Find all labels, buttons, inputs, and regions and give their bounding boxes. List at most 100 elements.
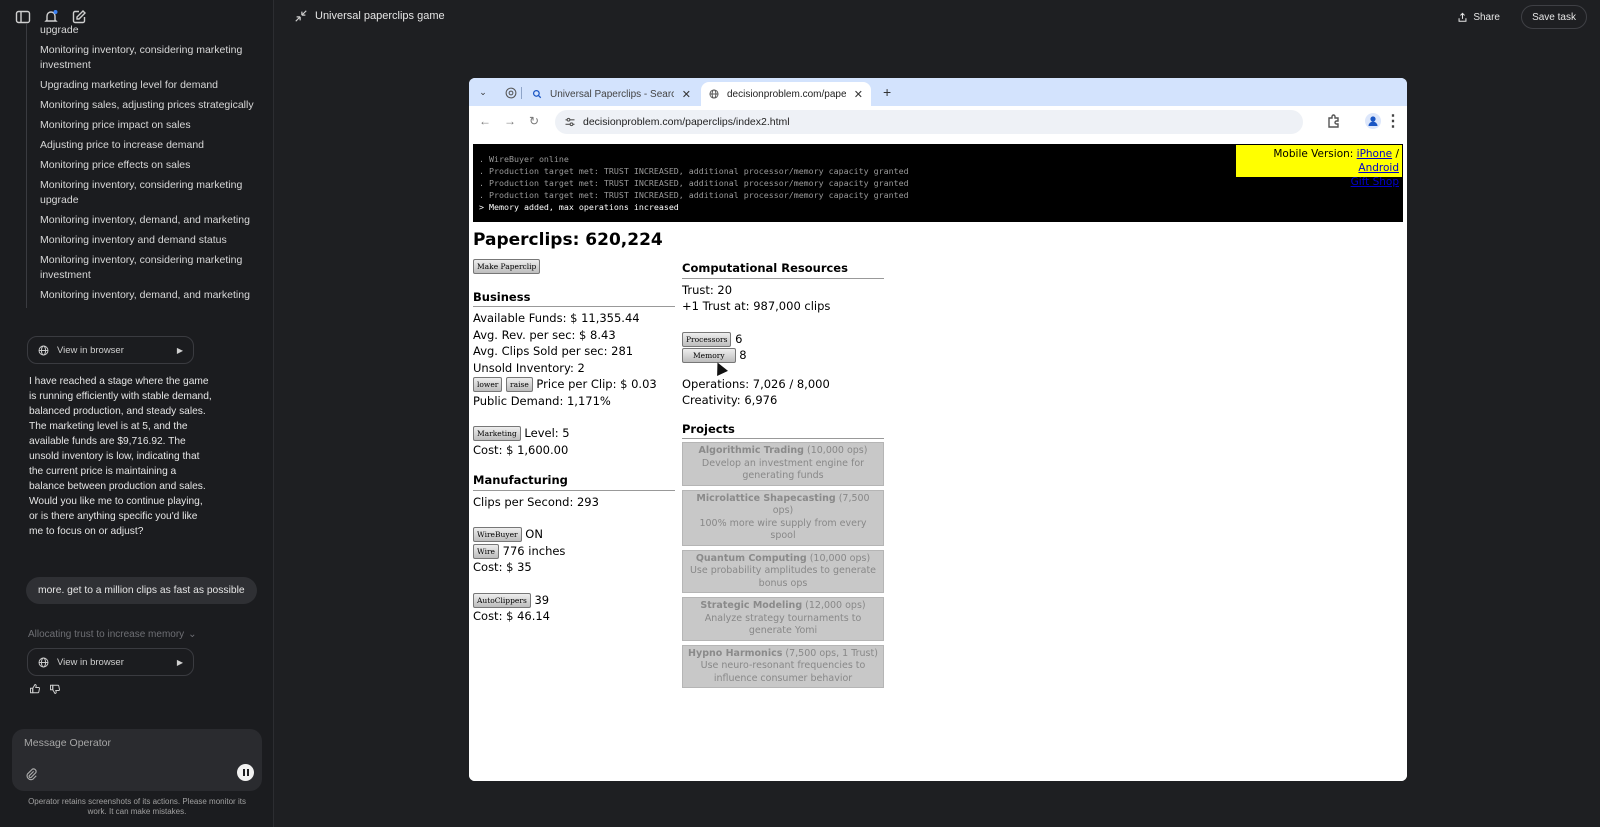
globe-icon [709, 89, 719, 99]
price-per-clip: Price per Clip: $ 0.03 [536, 377, 657, 391]
avg-clips-sold: Avg. Clips Sold per sec: 281 [473, 344, 634, 358]
reload-icon[interactable]: ↻ [529, 114, 539, 128]
paperclips-count: Paperclips: 620,224 [473, 230, 663, 250]
chrome-icon[interactable] [505, 86, 517, 99]
collapse-icon[interactable] [294, 9, 308, 23]
profile-icon[interactable] [1365, 113, 1381, 129]
tab-search[interactable]: Universal Paperclips - Search ✕ [524, 82, 699, 106]
gift-shop-link[interactable]: Gift Shop [1351, 176, 1399, 188]
message-composer [12, 729, 262, 791]
step-item: upgrade [40, 24, 79, 36]
left-column: Make Paperclip Business Available Funds:… [473, 258, 675, 625]
close-icon[interactable]: ✕ [682, 88, 691, 101]
close-icon[interactable]: ✕ [854, 88, 863, 101]
game-page: . WireBuyer online . Production target m… [469, 138, 1407, 781]
available-funds: Available Funds: $ 11,355.44 [473, 311, 640, 325]
raise-price-button[interactable]: raise [506, 377, 533, 392]
step-item: Upgrading marketing level for demand [40, 79, 219, 91]
tab-strip: ⌄ Universal Paperclips - Search ✕ decisi… [469, 78, 1407, 106]
menu-icon[interactable]: ⋮ [1385, 113, 1401, 130]
project-card[interactable]: Microlattice Shapecasting (7,500 ops) 100… [682, 489, 884, 546]
tab-label: Universal Paperclips - Search [550, 88, 674, 100]
marketing-cost: Cost: $ 1,600.00 [473, 442, 569, 457]
save-task-button[interactable]: Save task [1521, 5, 1587, 29]
step-item: Monitoring inventory, considering market… [40, 254, 243, 281]
project-card[interactable]: Hypno Harmonics (7,500 ops, 1 Trust) Use … [682, 644, 884, 688]
step-item: Monitoring inventory and demand status [40, 234, 227, 246]
play-icon: ▶ [176, 657, 183, 667]
project-card[interactable]: Quantum Computing (10,000 ops) Use probab… [682, 549, 884, 593]
assistant-message-text: I have reached a stage where the game is… [29, 376, 212, 492]
thumbs-down-icon[interactable] [49, 683, 61, 695]
middle-column: Computational Resources Trust: 20 +1 Tru… [682, 258, 884, 692]
project-name: Hypno Harmonics [688, 647, 783, 659]
android-link[interactable]: Android [1358, 162, 1399, 174]
project-name: Strategic Modeling [700, 600, 803, 611]
step-item: Monitoring inventory, demand, and market… [40, 289, 250, 301]
creativity: Creativity: 6,976 [682, 393, 778, 407]
extensions-icon[interactable] [1326, 113, 1342, 129]
memory-button[interactable]: Memory [682, 348, 736, 363]
manufacturing-heading: Manufacturing [473, 472, 675, 491]
unsold-inventory: Unsold Inventory: 2 [473, 360, 585, 375]
project-desc: Develop an investment engine for generat… [701, 457, 865, 482]
wire-cost: Cost: $ 35 [473, 560, 532, 574]
pause-button[interactable] [237, 764, 254, 781]
autoclippers-cost: Cost: $ 46.14 [473, 609, 550, 623]
attach-icon[interactable] [24, 767, 38, 781]
view-in-browser-label: View in browser [57, 344, 124, 356]
operations: Operations: 7,026 / 8,000 [682, 376, 830, 391]
tab-search-chevron-icon[interactable]: ⌄ [474, 83, 492, 101]
chevron-down-icon: ⌄ [188, 629, 197, 640]
current-status[interactable]: Allocating trust to increase memory ⌄ [28, 629, 197, 640]
business-heading: Business [473, 289, 675, 307]
step-item: Monitoring inventory, considering market… [40, 44, 243, 71]
project-card[interactable]: Strategic Modeling (12,000 ops) Analyze s… [682, 597, 884, 641]
marketing-level: Level: 5 [524, 426, 570, 440]
task-title: Universal paperclips game [315, 10, 445, 22]
view-in-browser-button[interactable]: View in browser ▶ [27, 648, 194, 676]
project-desc: 100% more wire supply from every spool [699, 517, 867, 542]
address-bar[interactable]: decisionproblem.com/paperclips/index2.ht… [555, 110, 1303, 134]
wirebuyer-button[interactable]: WireBuyer [473, 527, 522, 542]
console-line: > Memory added, max operations increased [479, 202, 679, 212]
computational-heading: Computational Resources [682, 260, 884, 279]
forward-icon[interactable]: → [504, 114, 516, 128]
wirebuyer-state: ON [525, 527, 543, 541]
project-card[interactable]: Algorithmic Trading (10,000 ops) Develop … [682, 442, 884, 486]
view-in-browser-button[interactable]: View in browser ▶ [27, 336, 194, 364]
tab-paperclips[interactable]: decisionproblem.com/paperclips ✕ [701, 82, 871, 106]
marketing-button[interactable]: Marketing [473, 426, 521, 441]
share-button[interactable]: Share [1457, 8, 1500, 26]
main-header: Universal paperclips game Share Save tas… [275, 0, 1600, 34]
project-cost: (12,000 ops) [805, 600, 866, 611]
project-desc: Use probability amplitudes to generate b… [689, 565, 877, 589]
autoclippers-button[interactable]: AutoClippers [473, 592, 531, 608]
console-line: . Production target met: TRUST INCREASED… [479, 190, 909, 200]
site-info-icon[interactable] [564, 116, 576, 128]
clips-per-second: Clips per Second: 293 [473, 494, 599, 509]
assistant-question-text: Would you like me to continue playing, o… [29, 496, 203, 537]
share-label: Share [1473, 11, 1500, 23]
disclaimer: Operator retains screenshots of its acti… [28, 797, 246, 816]
globe-icon [38, 657, 49, 667]
back-icon[interactable]: ← [479, 114, 491, 128]
next-trust: +1 Trust at: 987,000 clips [682, 299, 831, 313]
new-tab-icon[interactable]: + [883, 84, 891, 100]
promo-box: Mobile Version: iPhone / Android T-Shirt… [1236, 145, 1402, 188]
share-icon [1458, 12, 1467, 22]
public-demand: Public Demand: 1,171% [473, 393, 611, 408]
make-paperclip-button[interactable]: Make Paperclip [473, 259, 541, 274]
lower-price-button[interactable]: lower [473, 377, 503, 392]
shirts-label: T-Shirts: [1304, 176, 1348, 188]
mobile-label: Mobile Version: [1273, 148, 1354, 160]
thumbs-up-icon[interactable] [29, 683, 41, 695]
message-input[interactable] [24, 737, 244, 749]
iphone-link[interactable]: iPhone [1357, 148, 1392, 160]
project-cost: (7,500 ops, 1 Trust) [785, 647, 878, 659]
processors-button[interactable]: Processors [682, 331, 732, 347]
url-text: decisionproblem.com/paperclips/index2.ht… [583, 116, 790, 128]
sidebar: upgrade Monitoring inventory, considerin… [0, 0, 274, 827]
play-icon: ▶ [176, 345, 183, 355]
wire-button[interactable]: Wire [473, 543, 499, 559]
